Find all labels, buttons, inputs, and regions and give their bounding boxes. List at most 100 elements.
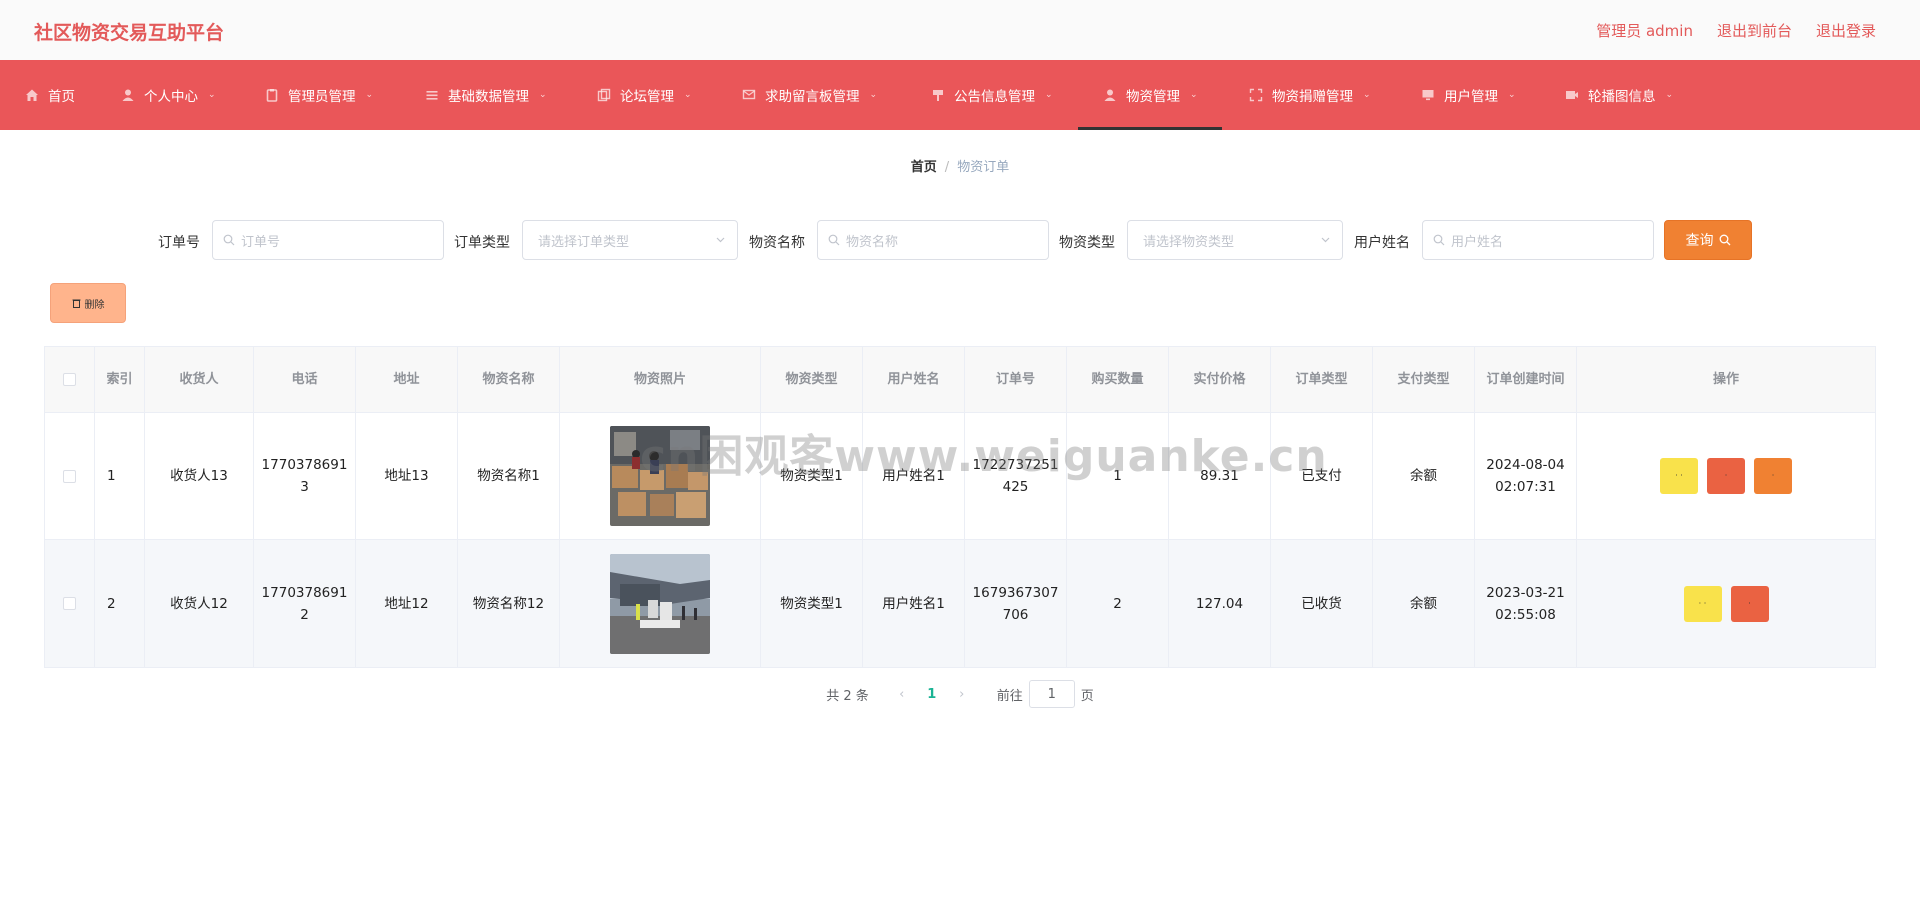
chevron-down-icon: ⌄ (1045, 90, 1053, 100)
page-jump-input[interactable]: 1 (1028, 680, 1075, 708)
app-title: 社区物资交易互助平台 (34, 22, 225, 44)
next-page-icon[interactable]: › (947, 687, 977, 702)
row-checkbox[interactable] (63, 469, 76, 483)
breadcrumb-home[interactable]: 首页 (911, 160, 937, 175)
chevron-down-icon (1321, 237, 1330, 243)
nav-item-carousel[interactable]: 轮播图信息 ⌄ (1564, 60, 1673, 130)
nav-item-base-data[interactable]: 基础数据管理 ⌄ (424, 60, 547, 130)
cell-quantity: 1 (1067, 413, 1169, 539)
query-button[interactable]: 查询 (1664, 220, 1752, 260)
col-goods-name[interactable]: 物资名称 (458, 347, 560, 412)
cell-order-no: 1722737251425 (965, 413, 1067, 539)
top-bar: 社区物资交易互助平台 管理员 admin 退出到前台 退出登录 (0, 0, 1920, 60)
back-to-frontend-link[interactable]: 退出到前台 (1717, 20, 1792, 41)
col-quantity[interactable]: 购买数量 (1067, 347, 1169, 412)
cell-pay-type: 余额 (1373, 540, 1475, 667)
chevron-down-icon: ⌄ (539, 90, 547, 100)
col-goods-photo: 物资照片 (560, 347, 761, 412)
edit-button[interactable]: · (1730, 585, 1769, 622)
cell-order-type: 已收货 (1271, 540, 1373, 667)
col-order-no[interactable]: 订单号 (965, 347, 1067, 412)
col-price[interactable]: 实付价格 (1169, 347, 1271, 412)
search-icon (1433, 234, 1445, 246)
cell-user-name: 用户姓名1 (863, 413, 965, 539)
breadcrumb: 首页 / 物资订单 (0, 156, 1920, 175)
search-icon (1719, 234, 1730, 246)
cell-price: 89.31 (1169, 413, 1271, 539)
main-nav: 首页 个人中心 ⌄ 管理员管理 ⌄ 基础数据管理 ⌄ 论坛管理 ⌄ 求助留言板管… (0, 60, 1920, 130)
cell-phone: 17703786913 (254, 413, 356, 539)
cell-created: 2024-08-04 02:07:31 (1475, 413, 1577, 539)
row-checkbox[interactable] (63, 597, 76, 610)
col-receiver[interactable]: 收货人 (145, 347, 254, 412)
col-phone[interactable]: 电话 (254, 347, 356, 412)
cell-address: 地址13 (356, 413, 458, 539)
home-icon (24, 87, 40, 103)
nav-item-goods-manage[interactable]: 物资管理 ⌄ (1078, 60, 1221, 130)
nav-item-announcement[interactable]: 公告信息管理 ⌄ (930, 60, 1053, 130)
breadcrumb-current: 物资订单 (957, 160, 1010, 175)
order-type-select[interactable]: 请选择订单类型 (522, 220, 738, 260)
nav-item-help-board[interactable]: 求助留言板管理 ⌄ (741, 60, 877, 130)
list-icon (424, 87, 440, 103)
col-actions: 操作 (1712, 371, 1739, 387)
nav-item-home[interactable]: 首页 (24, 60, 75, 130)
goods-name-label: 物资名称 (749, 235, 805, 251)
row-select-cell (45, 413, 95, 539)
nav-item-personal-center[interactable]: 个人中心 ⌄ (120, 60, 216, 130)
nav-item-donation[interactable]: 物资捐赠管理 ⌄ (1248, 60, 1371, 130)
delete-row-button[interactable]: · (1754, 458, 1792, 494)
message-icon (741, 87, 757, 103)
view-button[interactable]: · · (1683, 585, 1722, 622)
goods-name-input[interactable]: 物资名称 (817, 220, 1049, 260)
fullscreen-icon (1248, 87, 1264, 103)
cell-order-no: 1679367307706 (965, 540, 1067, 667)
col-address[interactable]: 地址 (356, 347, 458, 412)
col-user-name[interactable]: 用户姓名 (863, 347, 965, 412)
select-all-cell (45, 347, 95, 412)
user-name-input[interactable]: 用户姓名 (1422, 220, 1654, 260)
goto-label: 前往 (996, 688, 1023, 704)
search-icon (223, 234, 235, 246)
goods-type-select[interactable]: 请选择物资类型 (1127, 220, 1343, 260)
order-type-label: 订单类型 (454, 235, 510, 251)
col-pay-type[interactable]: 支付类型 (1373, 347, 1475, 412)
cargo-plane-photo[interactable] (610, 553, 710, 654)
nav-label: 用户管理 (1444, 89, 1498, 105)
page-number[interactable]: 1 (917, 687, 947, 702)
search-icon (828, 234, 840, 246)
col-goods-type[interactable]: 物资类型 (761, 347, 863, 412)
delete-button[interactable]: 删除 (50, 283, 126, 323)
order-no-input[interactable]: 订单号 (212, 220, 444, 260)
logout-link[interactable]: 退出登录 (1816, 20, 1876, 41)
col-created[interactable]: 订单创建时间 (1475, 347, 1577, 412)
nav-label: 管理员管理 (288, 89, 356, 105)
order-no-label: 订单号 (158, 235, 200, 251)
order-no-placeholder: 订单号 (241, 234, 281, 250)
cell-goods-photo (560, 540, 761, 667)
pagination: 共 2 条 ‹ 1 › 前往 1 页 (0, 680, 1920, 708)
cell-user-name: 用户姓名1 (863, 540, 965, 667)
nav-item-user-manage[interactable]: 用户管理 ⌄ (1420, 60, 1516, 130)
edit-button[interactable]: · (1707, 458, 1745, 494)
col-index[interactable]: 索引 (95, 347, 145, 412)
table-header: 索引 收货人 电话 地址 物资名称 物资照片 物资类型 用户姓名 订单号 购买数… (45, 347, 1875, 413)
cell-address: 地址12 (356, 540, 458, 667)
cell-created: 2023-03-21 02:55:08 (1475, 540, 1577, 667)
nav-item-admin-manage[interactable]: 管理员管理 ⌄ (264, 60, 373, 130)
cell-actions: · · · (1577, 540, 1875, 667)
admin-user-link[interactable]: 管理员 admin (1596, 20, 1693, 41)
warehouse-boxes-photo[interactable] (610, 426, 710, 526)
cell-goods-name: 物资名称12 (458, 540, 560, 667)
nav-item-forum[interactable]: 论坛管理 ⌄ (596, 60, 692, 130)
breadcrumb-separator: / (944, 160, 950, 175)
goods-type-placeholder: 请选择物资类型 (1143, 234, 1235, 250)
nav-label: 轮播图信息 (1588, 89, 1656, 105)
select-all-checkbox[interactable] (63, 373, 76, 386)
user-icon (120, 87, 136, 103)
col-order-type[interactable]: 订单类型 (1271, 347, 1373, 412)
chevron-down-icon: ⌄ (869, 90, 878, 100)
query-label: 查询 (1685, 233, 1714, 249)
prev-page-icon[interactable]: ‹ (887, 687, 917, 702)
view-button[interactable]: · · (1660, 458, 1698, 494)
